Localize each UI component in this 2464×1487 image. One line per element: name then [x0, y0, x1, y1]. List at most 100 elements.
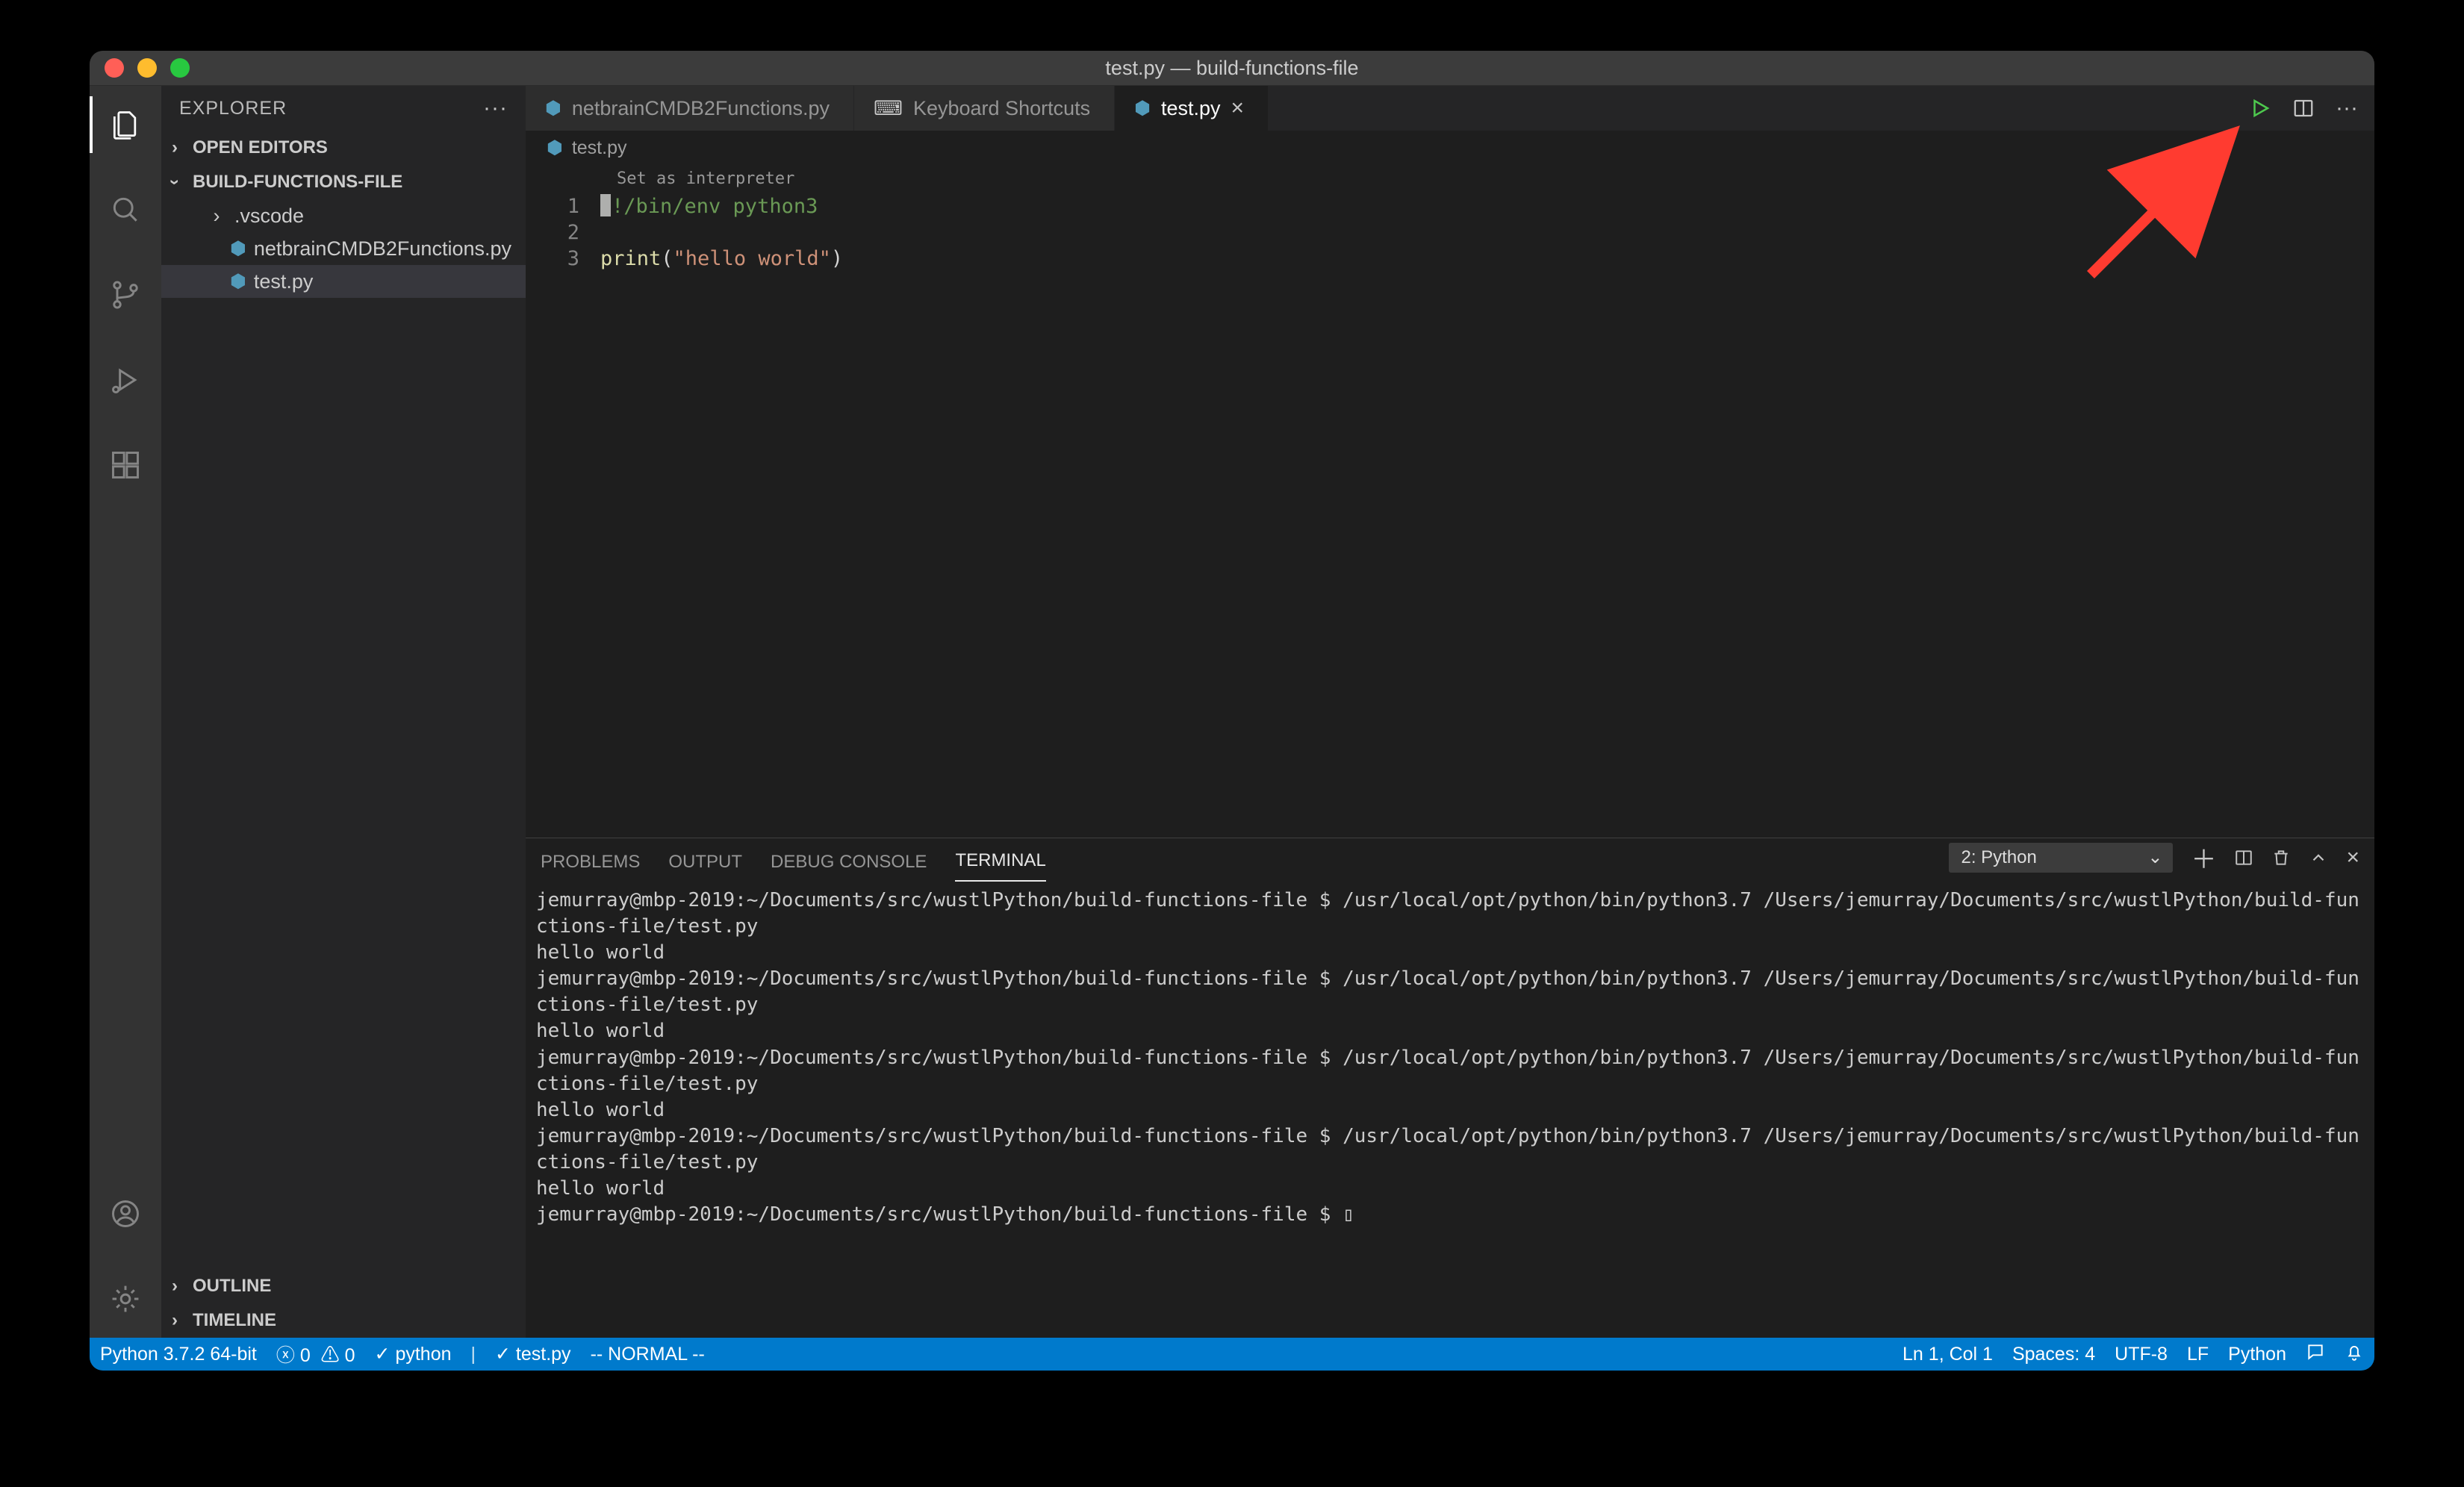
folder-label: .vscode	[234, 205, 304, 228]
titlebar: test.py — build-functions-file	[90, 51, 2374, 86]
activity-settings[interactable]	[90, 1271, 161, 1327]
panel-tab-debug-console[interactable]: DEBUG CONSOLE	[771, 852, 927, 882]
status-language[interactable]: Python	[2228, 1344, 2286, 1365]
panel: PROBLEMS OUTPUT DEBUG CONSOLE TERMINAL 2…	[526, 838, 2374, 1338]
chevron-right-icon: ›	[164, 1310, 185, 1331]
status-notifications-button[interactable]	[2345, 1342, 2364, 1367]
activity-bar	[90, 86, 161, 1338]
folder-section[interactable]: › BUILD-FUNCTIONS-FILE	[161, 165, 526, 199]
tab-netbrain[interactable]: ⬢ netbrainCMDB2Functions.py	[526, 86, 854, 131]
section-label: TIMELINE	[193, 1310, 276, 1331]
section-label: OPEN EDITORS	[193, 137, 328, 158]
debug-icon	[109, 364, 142, 396]
section-label: BUILD-FUNCTIONS-FILE	[193, 172, 402, 193]
terminal[interactable]: jemurray@mbp-2019:~/Documents/src/wustlP…	[526, 882, 2374, 1338]
chevron-up-icon	[2309, 848, 2328, 867]
breadcrumb[interactable]: ⬢ test.py	[526, 131, 2374, 165]
activity-explorer[interactable]	[90, 96, 161, 153]
terminal-line: hello world	[536, 1018, 2364, 1044]
maximize-panel-button[interactable]	[2309, 848, 2328, 867]
status-cursor-pos[interactable]: Ln 1, Col 1	[1903, 1344, 1993, 1365]
sidebar: EXPLORER ··· › OPEN EDITORS › BUILD-FUNC…	[161, 86, 526, 1338]
keyboard-icon: ⌨	[874, 97, 903, 120]
tree-folder-vscode[interactable]: › .vscode	[161, 199, 526, 232]
file-label: test.py	[254, 270, 314, 293]
activity-extensions[interactable]	[90, 437, 161, 493]
codelens-set-interpreter[interactable]: Set as interpreter	[526, 169, 2374, 192]
branch-icon	[109, 278, 142, 311]
tree-file-test[interactable]: ⬢ test.py	[161, 265, 526, 298]
line-number: 3	[526, 246, 600, 272]
gutter: 1 2 3	[526, 192, 600, 272]
terminal-select-label: 2: Python	[1961, 847, 2036, 868]
status-interpreter[interactable]: Python 3.7.2 64-bit	[100, 1344, 257, 1365]
outline-section[interactable]: › OUTLINE	[161, 1269, 526, 1303]
status-lint-file[interactable]: ✓ test.py	[495, 1343, 571, 1365]
panel-tab-problems[interactable]: PROBLEMS	[541, 852, 640, 882]
warning-icon: ⚠	[321, 1345, 340, 1366]
tab-bar: ⬢ netbrainCMDB2Functions.py ⌨ Keyboard S…	[526, 86, 2374, 131]
activity-accounts[interactable]	[90, 1185, 161, 1242]
split-editor-button[interactable]	[2292, 97, 2315, 119]
vscode-window: test.py — build-functions-file	[90, 51, 2374, 1371]
bell-icon	[2345, 1342, 2364, 1362]
timeline-section[interactable]: › TIMELINE	[161, 1303, 526, 1338]
panel-tab-output[interactable]: OUTPUT	[668, 852, 742, 882]
python-icon: ⬢	[1134, 97, 1151, 119]
code-lines: !/bin/env python3 print("hello world")	[600, 192, 2374, 272]
line-number: 2	[526, 219, 600, 246]
sidebar-more-button[interactable]: ···	[483, 96, 508, 121]
status-lint-python[interactable]: ✓ python	[375, 1343, 452, 1365]
breadcrumb-file: test.py	[572, 137, 627, 159]
chevron-right-icon: ›	[164, 137, 185, 158]
status-indent[interactable]: Spaces: 4	[2012, 1344, 2095, 1365]
editor-more-button[interactable]: ···	[2336, 96, 2358, 121]
terminal-line: hello world	[536, 940, 2364, 966]
line-number: 1	[526, 193, 600, 219]
close-panel-button[interactable]: ×	[2346, 845, 2359, 870]
python-icon: ⬢	[230, 237, 246, 260]
gear-icon	[109, 1282, 142, 1315]
search-icon	[109, 193, 142, 226]
tab-keyboard-shortcuts[interactable]: ⌨ Keyboard Shortcuts	[854, 86, 1115, 131]
chevron-down-icon: ›	[164, 172, 185, 193]
chevron-right-icon: ›	[164, 1276, 185, 1297]
terminal-line: hello world	[536, 1176, 2364, 1202]
activity-source-control[interactable]	[90, 266, 161, 323]
tab-test[interactable]: ⬢ test.py ×	[1115, 86, 1269, 131]
close-tab-button[interactable]: ×	[1231, 96, 1245, 121]
new-terminal-button[interactable]: ＋	[2191, 839, 2216, 876]
activity-run[interactable]	[90, 352, 161, 408]
status-encoding[interactable]: UTF-8	[2115, 1344, 2168, 1365]
terminal-line: jemurray@mbp-2019:~/Documents/src/wustlP…	[536, 1202, 2364, 1228]
python-icon: ⬢	[547, 137, 563, 159]
status-problems[interactable]: ⓧ 0 ⚠ 0	[276, 1341, 355, 1368]
code-editor[interactable]: 1 2 3 !/bin/env python3 print("hello wor…	[526, 192, 2374, 272]
status-eol[interactable]: LF	[2187, 1344, 2209, 1365]
play-icon	[2249, 97, 2271, 119]
status-vim-mode: -- NORMAL --	[591, 1344, 705, 1365]
panel-tabs: PROBLEMS OUTPUT DEBUG CONSOLE TERMINAL 2…	[526, 838, 2374, 882]
tab-label: netbrainCMDB2Functions.py	[572, 97, 830, 120]
split-icon	[2292, 97, 2315, 119]
tab-label: test.py	[1161, 97, 1221, 120]
tree-file-netbrain[interactable]: ⬢ netbrainCMDB2Functions.py	[161, 232, 526, 265]
activity-search[interactable]	[90, 181, 161, 238]
run-file-button[interactable]	[2249, 97, 2271, 119]
python-icon: ⬢	[230, 270, 246, 293]
sidebar-header: EXPLORER ···	[161, 86, 526, 131]
feedback-icon	[2306, 1342, 2325, 1362]
terminal-line: hello world	[536, 1097, 2364, 1123]
status-feedback-button[interactable]	[2306, 1342, 2325, 1367]
terminal-line: jemurray@mbp-2019:~/Documents/src/wustlP…	[536, 1045, 2364, 1097]
panel-tab-terminal[interactable]: TERMINAL	[955, 850, 1045, 882]
sidebar-title: EXPLORER	[179, 98, 287, 119]
chevron-down-icon: ⌄	[2147, 847, 2162, 868]
trash-icon	[2271, 848, 2291, 867]
terminal-line: jemurray@mbp-2019:~/Documents/src/wustlP…	[536, 888, 2364, 940]
kill-terminal-button[interactable]	[2271, 848, 2291, 867]
tab-label: Keyboard Shortcuts	[913, 97, 1090, 120]
open-editors-section[interactable]: › OPEN EDITORS	[161, 131, 526, 165]
terminal-select[interactable]: 2: Python ⌄	[1949, 843, 2173, 873]
split-terminal-button[interactable]	[2234, 848, 2253, 867]
